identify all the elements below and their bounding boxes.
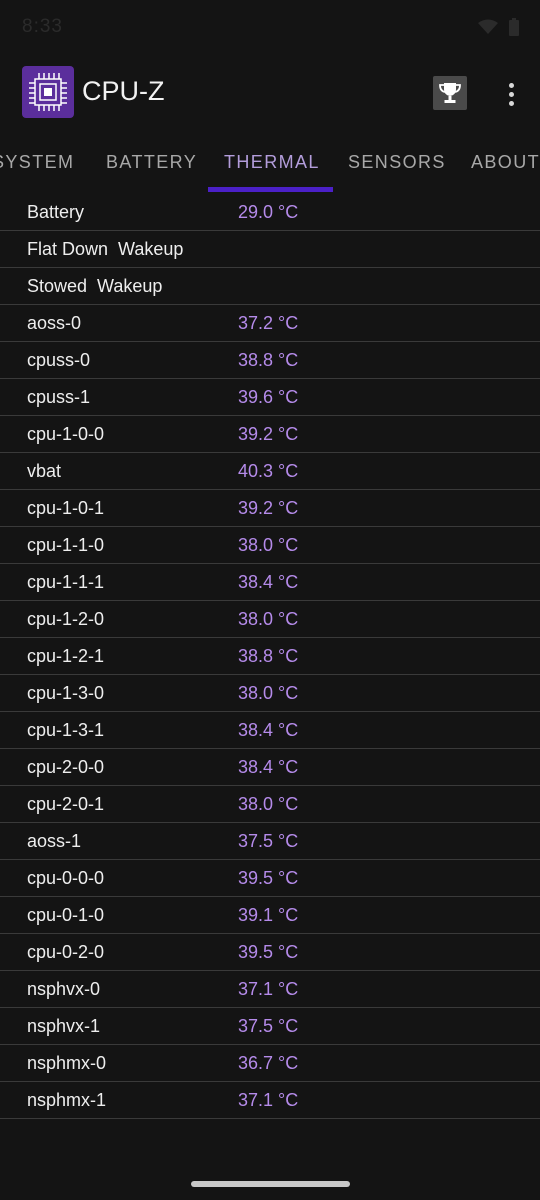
sensor-label: cpu-2-0-0	[27, 757, 105, 777]
thermal-row: nsphvx-1 37.5 °C	[0, 1008, 540, 1045]
sensor-value: 38.0 °C	[238, 535, 299, 555]
sensor-value: 39.5 °C	[238, 942, 299, 962]
battery-icon	[509, 18, 519, 36]
active-tab-indicator	[208, 187, 333, 192]
sensor-label: cpu-1-3-0	[27, 683, 105, 703]
thermal-row: cpuss-1 39.6 °C	[0, 379, 540, 416]
more-options-icon[interactable]	[496, 74, 526, 114]
thermal-row: aoss-0 37.2 °C	[0, 305, 540, 342]
sensor-label: nsphmx-0	[27, 1053, 107, 1073]
app-title: CPU-Z	[82, 76, 165, 106]
sensor-value: 39.6 °C	[238, 387, 299, 407]
sensor-label: cpu-1-2-0	[27, 609, 105, 629]
status-icons	[478, 18, 520, 36]
sensor-label: Stowed Wakeup	[27, 276, 163, 296]
sensor-value: 40.3 °C	[238, 461, 299, 481]
thermal-row: Stowed Wakeup	[0, 268, 540, 305]
thermal-row: cpu-1-0-1 39.2 °C	[0, 490, 540, 527]
app-bar: CPU-Z	[0, 56, 540, 132]
sensor-label: cpuss-0	[27, 350, 91, 370]
sensor-label: cpu-1-2-1	[27, 646, 105, 666]
navigation-handle[interactable]	[191, 1181, 350, 1187]
thermal-row: cpu-0-2-0 39.5 °C	[0, 934, 540, 971]
sensor-value: 38.0 °C	[238, 609, 299, 629]
thermal-row: cpu-1-2-0 38.0 °C	[0, 601, 540, 638]
sensor-value: 36.7 °C	[238, 1053, 299, 1073]
status-bar: 8:33	[0, 0, 540, 56]
thermal-row: Battery 29.0 °C	[0, 194, 540, 231]
sensor-label: cpu-0-2-0	[27, 942, 105, 962]
sensor-label: cpu-1-1-1	[27, 572, 105, 592]
sensor-label: cpuss-1	[27, 387, 91, 407]
tab-bar: SYSTEM BATTERY THERMAL SENSORS ABOUT	[0, 132, 540, 194]
status-time: 8:33	[22, 16, 63, 37]
thermal-row: nsphmx-1 37.1 °C	[0, 1082, 540, 1119]
sensor-value: 38.0 °C	[238, 683, 299, 703]
thermal-row: nsphmx-0 36.7 °C	[0, 1045, 540, 1082]
tab-sensors[interactable]: SENSORS	[348, 152, 446, 173]
sensor-label: aoss-1	[27, 831, 82, 851]
tab-system[interactable]: SYSTEM	[0, 152, 74, 173]
thermal-row: cpu-1-0-0 39.2 °C	[0, 416, 540, 453]
thermal-list[interactable]: Battery 29.0 °C Flat Down Wakeup Stowed Wak…	[0, 194, 540, 1119]
cpu-chip-logo-icon	[22, 66, 74, 118]
sensor-value: 38.8 °C	[238, 646, 299, 666]
sensor-label: cpu-1-0-1	[27, 498, 105, 518]
thermal-row: cpuss-0 38.8 °C	[0, 342, 540, 379]
sensor-value: 37.2 °C	[238, 313, 299, 333]
thermal-row: cpu-1-1-0 38.0 °C	[0, 527, 540, 564]
tab-thermal[interactable]: THERMAL	[224, 152, 320, 173]
thermal-row: cpu-1-3-0 38.0 °C	[0, 675, 540, 712]
trophy-icon	[439, 83, 461, 103]
sensor-label: cpu-2-0-1	[27, 794, 105, 814]
sensor-label: nsphvx-1	[27, 1016, 101, 1036]
tab-battery[interactable]: BATTERY	[106, 152, 197, 173]
sensor-value: 38.4 °C	[238, 757, 299, 777]
thermal-row: cpu-2-0-0 38.4 °C	[0, 749, 540, 786]
sensor-label: cpu-1-3-1	[27, 720, 105, 740]
wifi-icon	[478, 19, 498, 34]
sensor-value: 37.1 °C	[238, 979, 299, 999]
sensor-value: 38.0 °C	[238, 794, 299, 814]
thermal-row: cpu-0-1-0 39.1 °C	[0, 897, 540, 934]
sensor-label: nsphvx-0	[27, 979, 101, 999]
thermal-row: aoss-1 37.5 °C	[0, 823, 540, 860]
sensor-label: cpu-0-1-0	[27, 905, 105, 925]
thermal-row: cpu-2-0-1 38.0 °C	[0, 786, 540, 823]
sensor-value: 38.4 °C	[238, 720, 299, 740]
sensor-value: 39.1 °C	[238, 905, 299, 925]
thermal-row: vbat 40.3 °C	[0, 453, 540, 490]
tab-about[interactable]: ABOUT	[471, 152, 540, 173]
sensor-value: 39.5 °C	[238, 868, 299, 888]
sensor-value: 39.2 °C	[238, 424, 299, 444]
sensor-label: nsphmx-1	[27, 1090, 107, 1110]
sensor-value: 37.5 °C	[238, 831, 299, 851]
thermal-row: nsphvx-0 37.1 °C	[0, 971, 540, 1008]
thermal-row: cpu-1-2-1 38.8 °C	[0, 638, 540, 675]
sensor-label: cpu-0-0-0	[27, 868, 105, 888]
thermal-row: cpu-1-1-1 38.4 °C	[0, 564, 540, 601]
thermal-row: Flat Down Wakeup	[0, 231, 540, 268]
sensor-label: cpu-1-1-0	[27, 535, 105, 555]
sensor-value: 29.0 °C	[238, 202, 299, 222]
sensor-value: 38.8 °C	[238, 350, 299, 370]
thermal-row: cpu-1-3-1 38.4 °C	[0, 712, 540, 749]
thermal-row: cpu-0-0-0 39.5 °C	[0, 860, 540, 897]
sensor-label: aoss-0	[27, 313, 82, 333]
sensor-label: cpu-1-0-0	[27, 424, 105, 444]
trophy-button[interactable]	[433, 76, 467, 110]
sensor-value: 37.5 °C	[238, 1016, 299, 1036]
sensor-value: 38.4 °C	[238, 572, 299, 592]
sensor-label: vbat	[27, 461, 62, 481]
sensor-value: 39.2 °C	[238, 498, 299, 518]
sensor-label: Flat Down Wakeup	[27, 239, 184, 259]
sensor-value: 37.1 °C	[238, 1090, 299, 1110]
sensor-label: Battery	[27, 202, 85, 222]
